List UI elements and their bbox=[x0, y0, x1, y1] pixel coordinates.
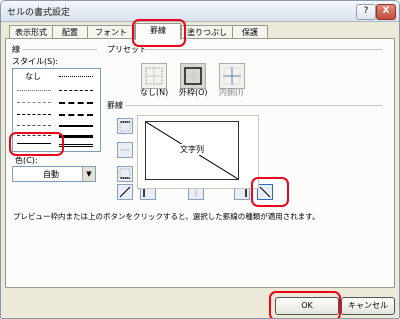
preset-outline-icon bbox=[184, 67, 202, 85]
format-cells-dialog: セルの書式設定 ? X 表示形式 配置 フォント 罫線 塗りつぶし 保護 線 ス… bbox=[0, 0, 400, 319]
line-style-option[interactable] bbox=[59, 135, 93, 138]
line-style-option[interactable] bbox=[59, 102, 93, 104]
border-group-divider bbox=[125, 105, 383, 106]
line-style-none[interactable]: なし bbox=[25, 71, 41, 82]
preset-none-icon bbox=[145, 67, 163, 85]
highlight-line-style bbox=[9, 132, 64, 156]
preview-text: 文字列 bbox=[180, 144, 204, 155]
presets-divider bbox=[143, 49, 383, 50]
color-value: 自動 bbox=[43, 170, 59, 179]
preset-none-button[interactable] bbox=[141, 63, 167, 89]
border-diagonal-up-button[interactable] bbox=[117, 184, 133, 200]
border-middle-horizontal-icon bbox=[120, 149, 130, 151]
preset-inside-button[interactable] bbox=[219, 63, 245, 89]
color-dropdown[interactable]: 自動 ▼ bbox=[12, 166, 96, 182]
border-group-label: 罫線 bbox=[107, 101, 123, 110]
tab-fill[interactable]: 塗りつぶし bbox=[181, 25, 233, 39]
preset-outline-button[interactable] bbox=[180, 63, 206, 89]
dropdown-arrow-icon[interactable]: ▼ bbox=[82, 167, 95, 181]
highlight-diagonal-button bbox=[251, 177, 289, 207]
line-group-divider bbox=[23, 49, 97, 50]
help-button[interactable]: ? bbox=[356, 4, 376, 20]
window-title: セルの書式設定 bbox=[7, 8, 71, 18]
diagonal-up-icon bbox=[119, 186, 131, 198]
line-style-double[interactable] bbox=[59, 144, 93, 147]
line-group-label: 線 bbox=[12, 45, 20, 54]
line-style-option[interactable] bbox=[17, 102, 51, 103]
line-style-option[interactable] bbox=[17, 125, 51, 126]
title-bar: セルの書式設定 ? X bbox=[1, 1, 399, 22]
tab-protection[interactable]: 保護 bbox=[232, 25, 268, 39]
line-style-option[interactable] bbox=[59, 90, 93, 91]
border-top-button[interactable] bbox=[117, 118, 133, 134]
line-style-option[interactable] bbox=[17, 90, 51, 91]
tab-font[interactable]: フォント bbox=[87, 25, 135, 39]
preset-inside-label: 内側(I) bbox=[219, 88, 244, 97]
cancel-button[interactable]: キャンセル bbox=[341, 297, 395, 315]
tab-alignment[interactable]: 配置 bbox=[52, 25, 88, 39]
line-style-option[interactable] bbox=[59, 114, 93, 116]
color-label: 色(C): bbox=[15, 156, 38, 165]
border-middle-horizontal-button[interactable] bbox=[117, 142, 133, 158]
tab-number-format[interactable]: 表示形式 bbox=[9, 25, 53, 39]
style-label: スタイル(S): bbox=[12, 57, 59, 66]
preset-none-label: なし(N) bbox=[140, 88, 169, 97]
preset-inside-icon bbox=[223, 67, 241, 85]
line-style-option[interactable] bbox=[59, 76, 93, 77]
close-button[interactable]: X bbox=[376, 4, 396, 20]
border-top-icon bbox=[119, 121, 131, 132]
preset-outline-label: 外枠(O) bbox=[179, 88, 208, 97]
line-style-option[interactable] bbox=[59, 125, 93, 127]
border-bottom-icon bbox=[119, 168, 131, 179]
tab-border[interactable]: 罫線 bbox=[135, 23, 181, 40]
hint-text: プレビュー枠内または上のボタンをクリックすると、選択した罫線の種類が適用されます… bbox=[13, 212, 320, 221]
line-style-option[interactable] bbox=[17, 114, 51, 115]
border-bottom-button[interactable] bbox=[117, 166, 133, 182]
highlight-ok-button bbox=[269, 291, 341, 318]
border-preview-cell[interactable]: 文字列 bbox=[145, 121, 239, 180]
